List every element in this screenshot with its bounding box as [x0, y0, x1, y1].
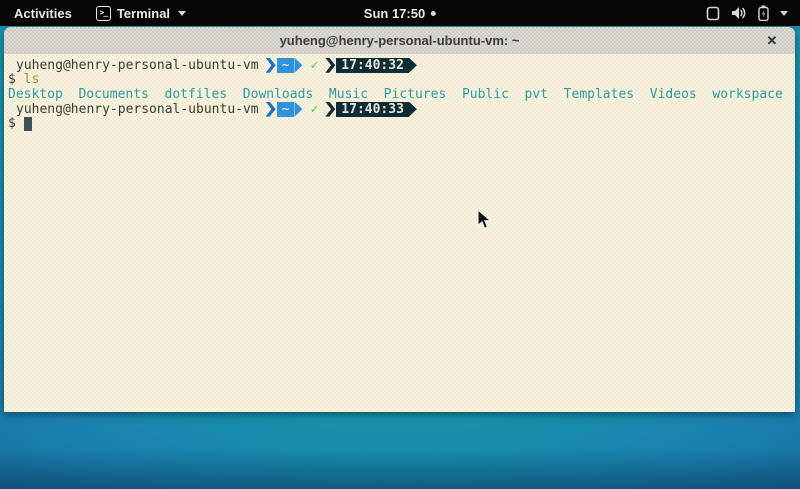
powerline-tip-icon — [409, 102, 417, 117]
cwd-badge: ~ — [266, 58, 303, 73]
directory-name: dotfiles — [165, 87, 228, 102]
prompt-time: 17:40:32 — [336, 58, 409, 73]
directory-name: Downloads — [243, 87, 313, 102]
terminal-window: yuheng@henry-personal-ubuntu-vm: ~ ✕ yuh… — [4, 27, 795, 412]
prompt-symbol: $ — [8, 116, 16, 131]
directory-name: Pictures — [384, 87, 447, 102]
directory-name: Music — [329, 87, 368, 102]
cwd-badge: ~ — [266, 102, 303, 117]
cwd-label: ~ — [277, 58, 295, 73]
clock-button[interactable]: Sun 17:50 — [364, 0, 436, 26]
time-badge: 17:40:33 — [325, 102, 417, 117]
clock-label: Sun 17:50 — [364, 6, 425, 21]
window-title: yuheng@henry-personal-ubuntu-vm: ~ — [280, 33, 520, 48]
terminal-cursor — [24, 117, 32, 131]
directory-name: Public — [462, 87, 509, 102]
top-bar: Activities >_ Terminal Sun 17:50 — [0, 0, 800, 26]
app-menu-label: Terminal — [117, 6, 170, 21]
powerline-chevron-icon — [266, 102, 276, 117]
app-menu-terminal[interactable]: >_ Terminal — [86, 0, 196, 26]
prompt-user-host: yuheng@henry-personal-ubuntu-vm — [16, 58, 259, 73]
powerline-tip-icon — [409, 58, 417, 73]
terminal-content[interactable]: yuheng@henry-personal-ubuntu-vm ~ ✓ 17:4… — [4, 54, 795, 412]
directory-name: workspace — [712, 87, 782, 102]
ls-output-line: Desktop Documents dotfiles Downloads Mus… — [8, 87, 795, 102]
battery-charging-icon — [758, 5, 769, 21]
activities-button[interactable]: Activities — [0, 0, 86, 26]
desktop-bottom-shade — [0, 449, 800, 489]
powerline-tip-icon — [294, 58, 302, 73]
prompt-symbol: $ — [8, 72, 16, 87]
directory-name: Desktop — [8, 87, 63, 102]
activities-label: Activities — [14, 6, 72, 21]
prompt-line: yuheng@henry-personal-ubuntu-vm ~ ✓ 17:4… — [8, 58, 795, 73]
terminal-app-icon: >_ — [96, 6, 111, 21]
prompt-user-host: yuheng@henry-personal-ubuntu-vm — [16, 102, 259, 117]
directory-name: pvt — [525, 87, 548, 102]
powerline-tip-icon — [294, 102, 302, 117]
volume-icon — [731, 6, 747, 20]
input-line[interactable]: $ — [8, 116, 795, 131]
chevron-down-icon — [780, 11, 788, 16]
cwd-label: ~ — [277, 102, 295, 117]
directory-name: Templates — [564, 87, 634, 102]
system-tray[interactable] — [700, 0, 794, 26]
powerline-chevron-icon — [325, 58, 335, 73]
powerline-chevron-icon — [266, 58, 276, 73]
powerline-chevron-icon — [325, 102, 335, 117]
close-button[interactable]: ✕ — [761, 27, 783, 54]
prompt-time: 17:40:33 — [336, 102, 409, 117]
prompt-line: yuheng@henry-personal-ubuntu-vm ~ ✓ 17:4… — [8, 102, 795, 117]
command-text: ls — [24, 72, 40, 87]
notification-dot-icon — [431, 11, 436, 16]
command-line: $ ls — [8, 73, 795, 88]
directory-name: Documents — [78, 87, 148, 102]
status-check-icon: ✓ — [310, 102, 318, 117]
status-check-icon: ✓ — [310, 58, 318, 73]
screen-icon — [706, 6, 720, 21]
chevron-down-icon — [178, 11, 186, 16]
time-badge: 17:40:32 — [325, 58, 417, 73]
window-titlebar[interactable]: yuheng@henry-personal-ubuntu-vm: ~ ✕ — [4, 27, 795, 54]
directory-name: Videos — [650, 87, 697, 102]
